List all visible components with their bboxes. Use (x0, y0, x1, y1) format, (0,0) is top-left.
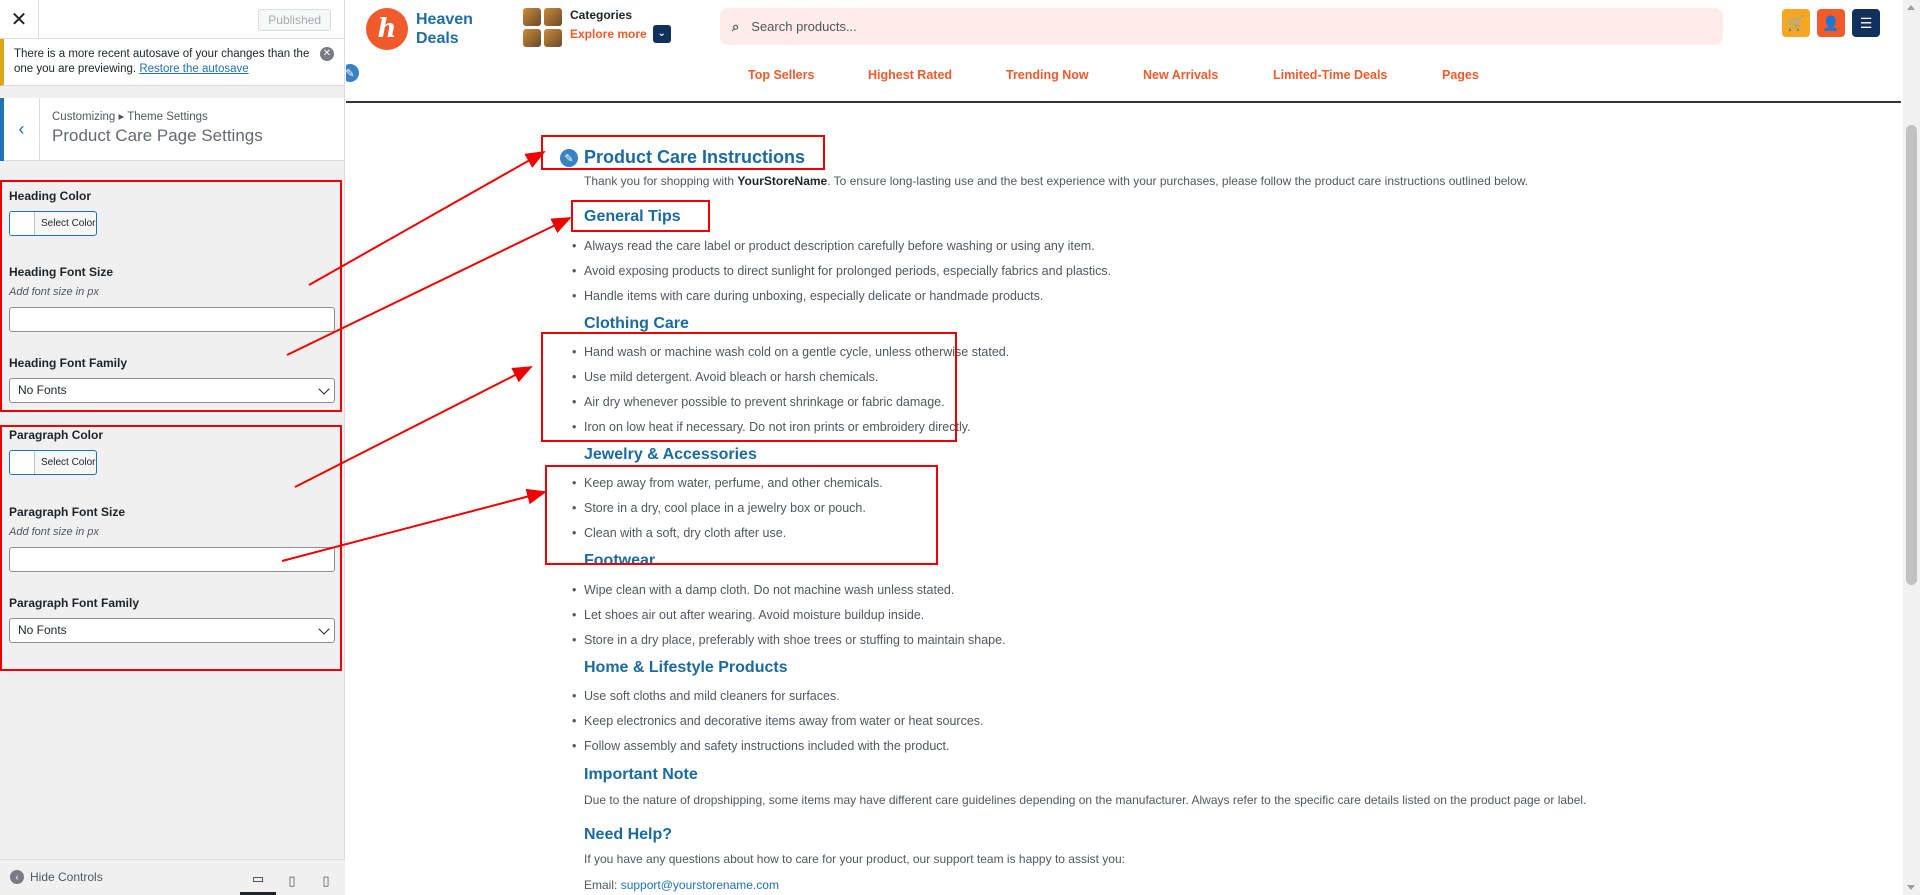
site-preview: h Heaven Deals Categories Explore more ⌄… (346, 0, 1920, 895)
categories-menu[interactable]: Categories Explore more ⌄ (523, 8, 671, 47)
list-item: Handle items with care during unboxing, … (572, 288, 1111, 313)
search-input[interactable]: Search products... (751, 19, 857, 34)
list-item: Follow assembly and safety instructions … (572, 738, 984, 763)
section-heading: Jewelry & Accessories (584, 446, 757, 463)
important-text: Due to the nature of dropshipping, some … (584, 793, 1587, 807)
intro-text: Thank you for shopping with YourStoreNam… (584, 174, 1529, 188)
scroll-up-icon[interactable] (1907, 5, 1915, 10)
highlight-box (571, 200, 710, 232)
customizer-header: ✕ Published (0, 0, 344, 39)
list-item: Wipe clean with a damp cloth. Do not mac… (572, 582, 1006, 607)
restore-autosave-link[interactable]: Restore the autosave (139, 63, 248, 75)
account-button[interactable]: 👤 (1817, 9, 1845, 37)
site-header: h Heaven Deals Categories Explore more ⌄… (346, 0, 1901, 103)
tablet-preview-button[interactable]: ▯ (274, 866, 310, 895)
list-item: Avoid exposing products to direct sunlig… (572, 263, 1111, 288)
logo-icon: h (366, 8, 408, 50)
highlight-box (541, 135, 825, 170)
close-icon[interactable]: ✕ (0, 0, 39, 39)
section-header: ‹ Customizing ▸ Theme Settings Product C… (0, 98, 344, 161)
nav-top-sellers[interactable]: Top Sellers (748, 68, 814, 82)
categories-title: Categories (570, 8, 633, 22)
store-name: YourStoreName (737, 174, 828, 188)
back-button[interactable]: ‹ (0, 98, 40, 161)
nav-highest-rated[interactable]: Highest Rated (868, 68, 952, 82)
explore-more-link[interactable]: Explore more ⌄ (570, 25, 671, 43)
list-item: Let shoes air out after wearing. Avoid m… (572, 607, 1006, 632)
customizer-sidebar: ✕ Published There is a more recent autos… (0, 0, 345, 895)
cart-icon: 🛒 (1787, 14, 1805, 31)
tablet-icon: ▯ (288, 872, 296, 888)
nav-limited-time-deals[interactable]: Limited-Time Deals (1273, 68, 1387, 82)
section-heading: Important Note (584, 766, 698, 783)
section-heading: Need Help? (584, 826, 673, 843)
breadcrumb: Customizing ▸ Theme Settings (52, 111, 208, 123)
section-heading: Home & Lifestyle Products (584, 659, 788, 676)
chevron-left-icon: ‹ (18, 119, 25, 139)
hide-controls-label: Hide Controls (30, 870, 103, 884)
tips-list: Wipe clean with a damp cloth. Do not mac… (572, 582, 1006, 657)
dismiss-icon[interactable]: ✕ (320, 47, 334, 61)
collapse-icon: ‹ (10, 870, 24, 884)
published-button[interactable]: Published (258, 9, 331, 31)
hide-controls-button[interactable]: ‹ Hide Controls (10, 870, 103, 884)
edit-shortcut-icon[interactable]: ✎ (346, 62, 361, 84)
list-item: Keep electronics and decorative items aw… (572, 713, 983, 738)
mobile-icon: ▯ (322, 872, 330, 888)
site-logo[interactable]: h Heaven Deals (366, 8, 473, 50)
scroll-thumb[interactable] (1906, 125, 1917, 585)
logo-line1: Heaven (416, 11, 473, 28)
chevron-down-icon[interactable]: ⌄ (652, 25, 671, 43)
desktop-preview-button[interactable]: ▭ (240, 866, 276, 895)
highlight-box (0, 425, 342, 671)
menu-button[interactable]: ☰ (1852, 9, 1880, 37)
support-email-link[interactable]: support@yourstorename.com (621, 878, 779, 892)
search-icon: ⌕ (732, 18, 740, 34)
search-bar[interactable]: ⌕ Search products... (720, 8, 1723, 45)
scrollbar[interactable] (1903, 0, 1920, 895)
mobile-preview-button[interactable]: ▯ (308, 866, 344, 895)
explore-more-label: Explore more (570, 27, 647, 41)
support-email: Email: support@yourstorename.com (584, 878, 779, 892)
customizer-footer: ‹ Hide Controls ▭ ▯ ▯ (0, 859, 345, 895)
list-item: Always read the care label or product de… (572, 238, 1111, 263)
highlight-box (541, 332, 957, 442)
category-thumbnails (523, 8, 562, 47)
section-title: Product Care Page Settings (52, 126, 263, 145)
user-icon: 👤 (1822, 14, 1840, 31)
tips-list: Use soft cloths and mild cleaners for su… (572, 688, 984, 763)
scroll-down-icon[interactable] (1907, 885, 1915, 890)
nav-trending-now[interactable]: Trending Now (1006, 68, 1089, 82)
highlight-box (0, 180, 342, 412)
menu-icon: ☰ (1859, 14, 1873, 31)
highlight-box (545, 465, 938, 565)
nav-pages[interactable]: Pages (1442, 68, 1479, 82)
logo-line2: Deals (416, 30, 459, 47)
section-heading: Clothing Care (584, 315, 689, 332)
cart-button[interactable]: 🛒 (1782, 9, 1810, 37)
help-text: If you have any questions about how to c… (584, 852, 1125, 866)
list-item: Store in a dry place, preferably with sh… (572, 632, 1006, 657)
nav-new-arrivals[interactable]: New Arrivals (1143, 68, 1218, 82)
tips-list: Always read the care label or product de… (572, 238, 1111, 313)
autosave-notice: There is a more recent autosave of your … (0, 39, 344, 86)
desktop-icon: ▭ (251, 871, 265, 886)
list-item: Use soft cloths and mild cleaners for su… (572, 688, 984, 713)
